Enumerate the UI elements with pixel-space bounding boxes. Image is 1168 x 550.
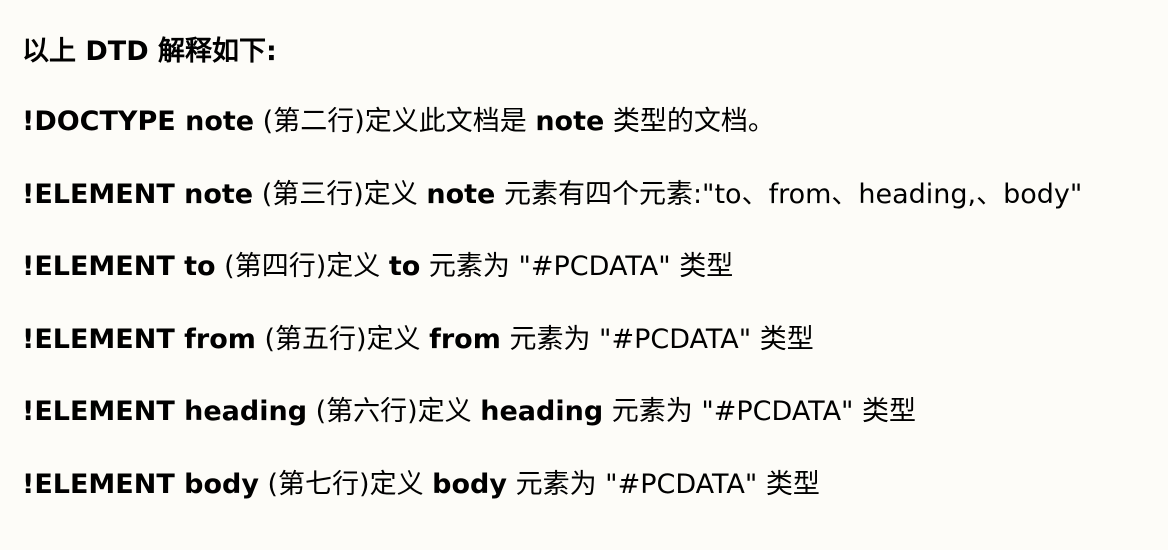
row-note: (第三行)定义 bbox=[253, 179, 427, 210]
element-name: to bbox=[388, 251, 421, 282]
dtd-keyword: !ELEMENT to bbox=[22, 251, 216, 282]
dtd-keyword: !DOCTYPE note bbox=[22, 106, 255, 137]
dtd-explanation-line: !ELEMENT from (第五行)定义 from 元素为 "#PCDATA"… bbox=[22, 320, 814, 360]
row-note: (第四行)定义 bbox=[215, 251, 389, 282]
dtd-explanation-line: !ELEMENT to (第四行)定义 to 元素为 "#PCDATA" 类型 bbox=[22, 247, 733, 287]
dtd-explanation-line: !DOCTYPE note (第二行)定义此文档是 note 类型的文档。 bbox=[22, 102, 775, 142]
description-text: 类型的文档。 bbox=[604, 106, 775, 137]
dtd-explanation-line: !ELEMENT heading (第六行)定义 heading 元素为 "#P… bbox=[22, 392, 916, 432]
description-text: 元素有四个元素:"to、from、heading,、body" bbox=[495, 179, 1083, 210]
element-name: body bbox=[432, 469, 507, 500]
document-page: 以上 DTD 解释如下: !DOCTYPE note (第二行)定义此文档是 n… bbox=[0, 0, 1168, 550]
description-text: 元素为 "#PCDATA" 类型 bbox=[500, 324, 814, 355]
dtd-keyword: !ELEMENT from bbox=[22, 324, 256, 355]
dtd-keyword: !ELEMENT heading bbox=[22, 396, 308, 427]
element-name: heading bbox=[480, 396, 604, 427]
dtd-explanation-line: !ELEMENT note (第三行)定义 note 元素有四个元素:"to、f… bbox=[22, 175, 1082, 215]
row-note: (第六行)定义 bbox=[307, 396, 481, 427]
element-name: note bbox=[426, 179, 496, 210]
row-note: (第二行)定义此文档是 bbox=[254, 106, 536, 137]
row-note: (第五行)定义 bbox=[255, 324, 430, 355]
dtd-keyword: !ELEMENT note bbox=[22, 179, 254, 210]
description-text: 元素为 "#PCDATA" 类型 bbox=[603, 396, 917, 427]
description-text: 元素为 "#PCDATA" 类型 bbox=[420, 251, 734, 282]
dtd-explanation-line: !ELEMENT body (第七行)定义 body 元素为 "#PCDATA"… bbox=[22, 465, 820, 505]
dtd-keyword: !ELEMENT body bbox=[22, 469, 259, 500]
section-heading: 以上 DTD 解释如下: bbox=[22, 36, 277, 67]
element-name: note bbox=[535, 106, 605, 137]
row-note: (第七行)定义 bbox=[258, 469, 433, 500]
element-name: from bbox=[429, 324, 501, 355]
description-text: 元素为 "#PCDATA" 类型 bbox=[506, 469, 820, 500]
